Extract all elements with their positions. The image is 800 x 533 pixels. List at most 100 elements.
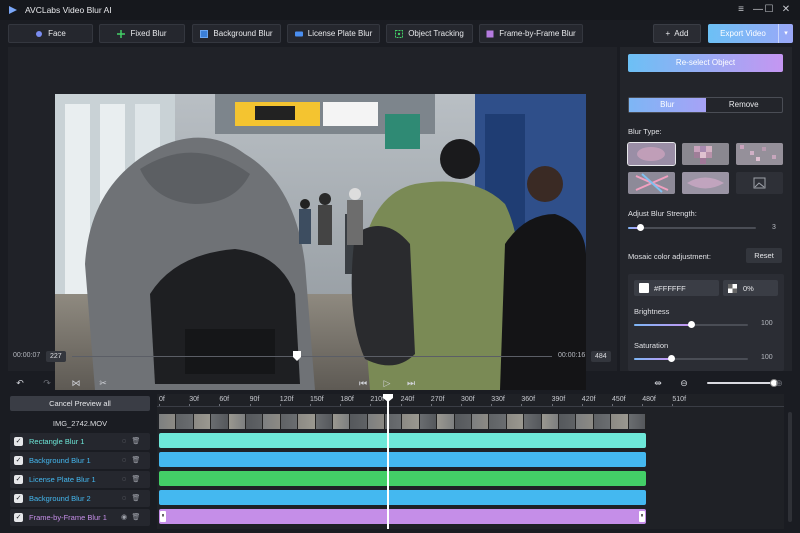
color-picker-field[interactable]: #FFFFFF: [634, 280, 719, 296]
track-checkbox[interactable]: ✓: [14, 513, 23, 522]
track-row[interactable]: ✓ Frame-by-Frame Blur 1 ◉ 🗑: [10, 509, 150, 526]
menu-icon[interactable]: ≡: [734, 3, 748, 17]
delete-icon[interactable]: 🗑: [131, 456, 141, 466]
maximize-icon[interactable]: ☐: [762, 3, 776, 17]
current-frame-field[interactable]: 227: [46, 351, 66, 362]
visibility-off-icon[interactable]: ◌: [119, 456, 129, 466]
visibility-icon[interactable]: ◉: [119, 513, 129, 523]
zoom-out-icon[interactable]: ⊖: [678, 377, 690, 389]
saturation-slider[interactable]: [634, 355, 748, 362]
export-video-button[interactable]: Export Video ▾: [708, 24, 793, 43]
opacity-checker-icon: [728, 283, 737, 293]
fit-timeline-icon[interactable]: ⇹: [652, 377, 664, 389]
license-plate-blur-button[interactable]: License Plate Blur: [287, 24, 380, 43]
scrub-track[interactable]: [72, 351, 552, 361]
bar-start-handle[interactable]: ⏸: [160, 511, 166, 522]
video-scene-image: [55, 94, 586, 390]
color-swatch[interactable]: [639, 283, 649, 293]
video-filmstrip[interactable]: [159, 414, 646, 429]
background-blur-button[interactable]: Background Blur: [192, 24, 281, 43]
frame-by-frame-icon: [486, 30, 494, 37]
reset-button[interactable]: Reset: [746, 248, 782, 263]
frame-by-frame-blur-bar[interactable]: ⏸ ⏸: [159, 509, 646, 524]
timeline-zoom-slider[interactable]: [707, 379, 778, 387]
close-icon[interactable]: ✕: [779, 3, 793, 17]
saturation-handle[interactable]: [668, 355, 676, 362]
background-blur-2-bar[interactable]: [159, 490, 646, 505]
video-preview-area: [8, 47, 617, 390]
export-dropdown-icon[interactable]: ▾: [778, 24, 793, 43]
brightness-slider[interactable]: [634, 321, 748, 328]
add-button[interactable]: + Add: [653, 24, 701, 43]
delete-icon[interactable]: 🗑: [131, 475, 141, 485]
track-name: Rectangle Blur 1: [29, 437, 85, 446]
reselect-object-button[interactable]: Re-select Object: [628, 54, 783, 72]
blur-type-pixel[interactable]: [736, 143, 783, 165]
mosaic-color-label: Mosaic color adjustment:: [628, 252, 711, 261]
rectangle-blur-bar[interactable]: [159, 433, 646, 448]
mosaic-blur-icon: [682, 143, 729, 165]
bar-end-handle[interactable]: ⏸: [639, 511, 645, 522]
visibility-off-icon[interactable]: ◌: [119, 437, 129, 447]
brightness-label: Brightness: [634, 307, 670, 316]
filmstrip-frame: [472, 414, 490, 429]
visibility-off-icon[interactable]: ◌: [119, 475, 129, 485]
play-icon[interactable]: ▷: [381, 377, 393, 389]
zoom-in-icon[interactable]: ⊕: [773, 377, 785, 389]
tab-remove[interactable]: Remove: [706, 98, 783, 112]
brightness-handle[interactable]: [687, 321, 695, 328]
filmstrip-frame: [332, 414, 351, 429]
track-name: Frame-by-Frame Blur 1: [29, 513, 107, 522]
filmstrip-frame: [211, 414, 229, 429]
visibility-off-icon[interactable]: ◌: [119, 494, 129, 504]
track-checkbox[interactable]: ✓: [14, 437, 23, 446]
timeline-tracks[interactable]: 0f 30f 60f 90f 120f 150f 180f 210f 240f 270f 300f 3…: [157, 394, 784, 529]
frame-by-frame-blur-button[interactable]: Frame-by-Frame Blur: [479, 24, 583, 43]
face-button[interactable]: Face: [8, 24, 93, 43]
license-plate-button-label: License Plate Blur: [307, 29, 373, 38]
object-tracking-button[interactable]: Object Tracking: [386, 24, 473, 43]
redo-icon[interactable]: ↷: [41, 377, 53, 389]
tab-blur[interactable]: Blur: [629, 98, 706, 112]
delete-icon[interactable]: 🗑: [131, 513, 141, 523]
filmstrip-frame: [558, 414, 577, 429]
cancel-preview-all-button[interactable]: Cancel Preview all: [10, 396, 150, 411]
blur-strength-handle[interactable]: [637, 224, 645, 231]
previous-frame-icon[interactable]: ⏮: [357, 377, 369, 389]
delete-icon[interactable]: 🗑: [131, 494, 141, 504]
blur-type-color-swirl[interactable]: [628, 172, 675, 194]
blur-type-glass[interactable]: [682, 172, 729, 194]
timeline-scrollbar[interactable]: [788, 412, 792, 522]
license-plate-blur-bar[interactable]: [159, 471, 646, 486]
track-row[interactable]: ✓ License Plate Blur 1 ◌ 🗑: [10, 471, 150, 488]
ruler-label: 510f: [672, 396, 687, 403]
track-checkbox[interactable]: ✓: [14, 475, 23, 484]
background-blur-bar[interactable]: [159, 452, 646, 467]
undo-icon[interactable]: ↶: [14, 377, 26, 389]
app-title: AVCLabs Video Blur AI: [25, 5, 112, 15]
cut-icon[interactable]: ✂: [97, 377, 109, 389]
scrub-handle[interactable]: [293, 351, 302, 361]
playhead-line[interactable]: [387, 394, 389, 529]
blur-type-mosaic[interactable]: [682, 143, 729, 165]
opacity-field[interactable]: 0%: [723, 280, 778, 296]
blur-strength-slider[interactable]: [628, 224, 756, 231]
track-row[interactable]: ✓ Rectangle Blur 1 ◌ 🗑: [10, 433, 150, 450]
blur-type-gaussian[interactable]: [627, 142, 676, 166]
ruler-label: 360f: [521, 396, 536, 403]
track-checkbox[interactable]: ✓: [14, 456, 23, 465]
split-icon[interactable]: ⋈: [70, 377, 82, 389]
track-row[interactable]: ✓ Background Blur 2 ◌ 🗑: [10, 490, 150, 507]
filmstrip-frame: [315, 414, 333, 429]
blur-type-image[interactable]: [736, 172, 783, 194]
track-checkbox[interactable]: ✓: [14, 494, 23, 503]
next-frame-icon[interactable]: ⏭: [405, 377, 417, 389]
export-video-label: Export Video: [720, 29, 766, 38]
filmstrip-frame: [159, 414, 177, 429]
playhead-handle[interactable]: [383, 394, 393, 402]
delete-icon[interactable]: 🗑: [131, 437, 141, 447]
fixed-blur-button[interactable]: Fixed Blur: [99, 24, 185, 43]
track-row[interactable]: ✓ Background Blur 1 ◌ 🗑: [10, 452, 150, 469]
pixel-blur-icon: [736, 143, 783, 165]
blur-settings-panel: Re-select Object Blur Remove Blur Type:: [620, 47, 792, 371]
